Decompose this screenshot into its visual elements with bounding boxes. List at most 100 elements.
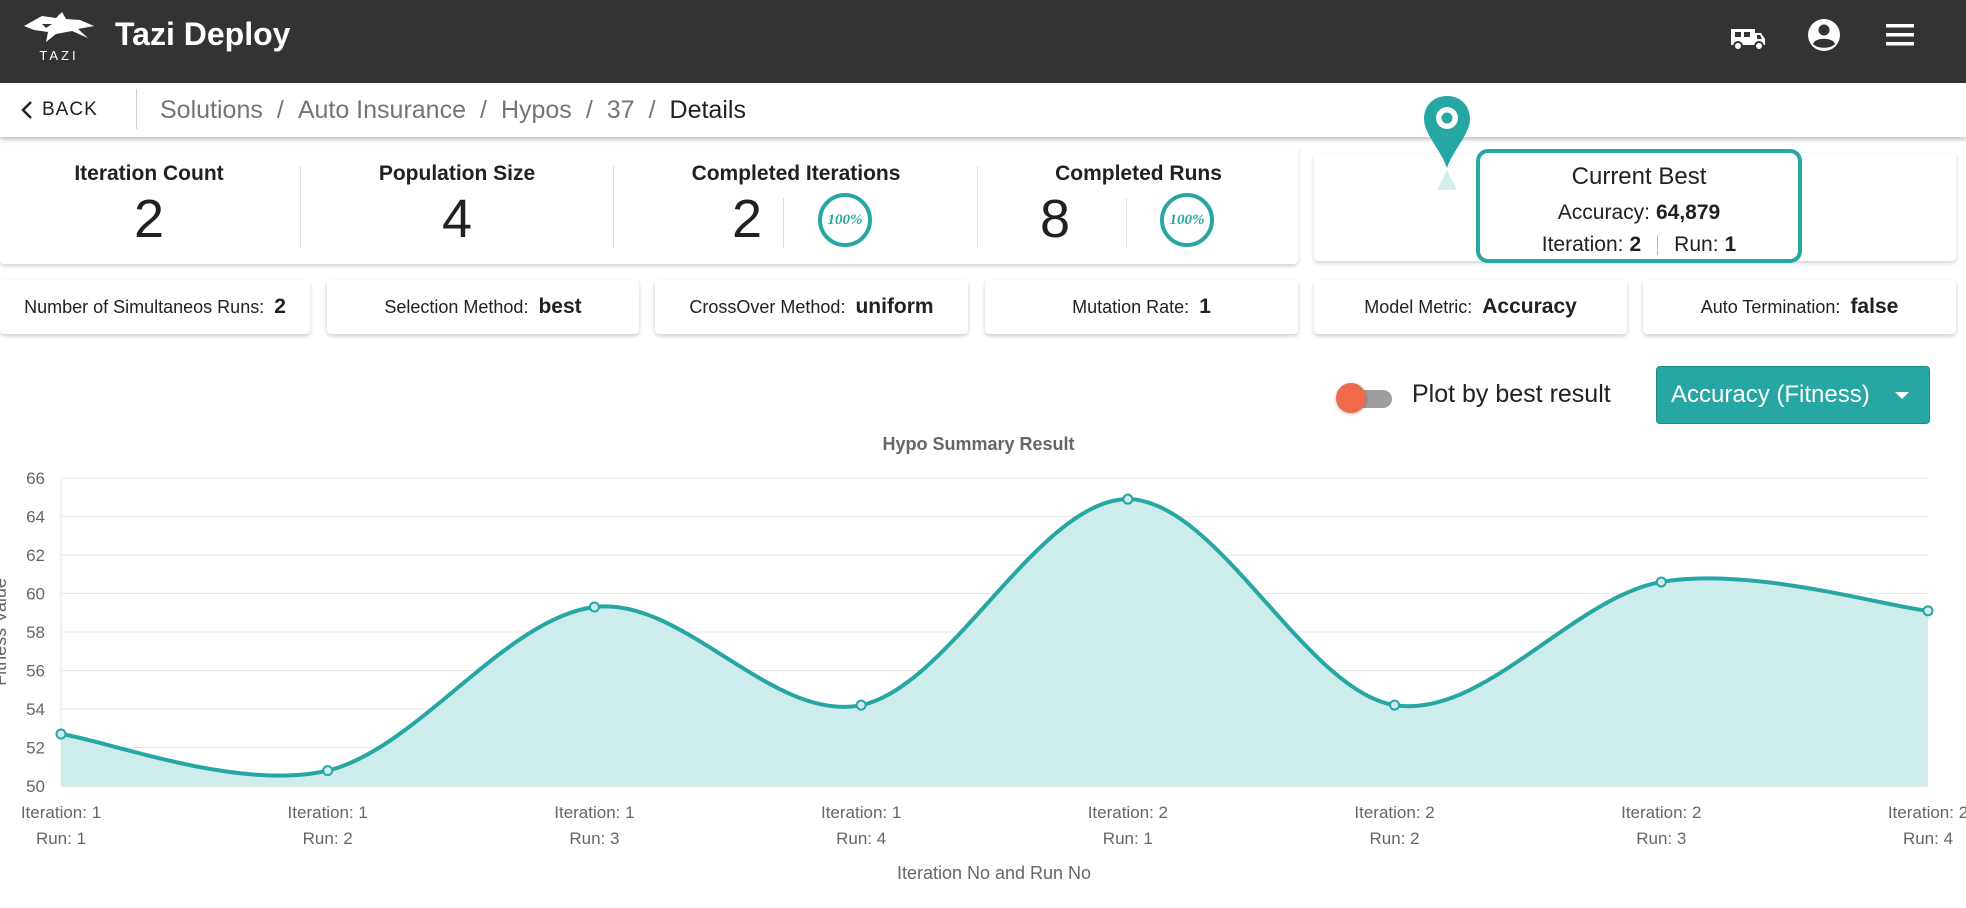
y-tick-label: 66 — [26, 469, 45, 488]
x-tick-label: Run: 1 — [36, 829, 86, 848]
x-tick-label: Iteration: 2 — [1088, 803, 1168, 822]
breadcrumb-hypos[interactable]: Hypos — [501, 96, 572, 125]
y-tick-label: 52 — [26, 739, 45, 758]
caret-down-icon — [1895, 392, 1909, 399]
map-pin-icon — [1424, 96, 1470, 190]
stat-value: 2 — [133, 189, 165, 249]
param-label: Model Metric: — [1364, 296, 1473, 317]
param-value: Accuracy — [1482, 295, 1577, 318]
breadcrumb-auto-insurance[interactable]: Auto Insurance — [298, 96, 466, 125]
breadcrumb-hypo-id[interactable]: 37 — [607, 96, 635, 125]
stat-label: Completed Runs — [1055, 162, 1222, 185]
back-button[interactable]: BACK — [20, 83, 98, 137]
x-tick-label: Iteration: 1 — [554, 803, 634, 822]
x-tick-label: Run: 4 — [1903, 829, 1953, 848]
current-best-iteration-run: Iteration: 2 Run: 1 — [1480, 233, 1798, 257]
accuracy-value: 64,879 — [1655, 201, 1721, 224]
param-value: best — [538, 295, 582, 318]
progress-label: 100% — [1169, 211, 1205, 228]
x-tick-label: Iteration: 2 — [1621, 803, 1701, 822]
chevron-left-icon — [21, 101, 32, 119]
x-tick-label: Run: 3 — [569, 829, 619, 848]
param-value: 2 — [274, 295, 286, 318]
y-tick-label: 58 — [26, 623, 45, 642]
data-point — [588, 601, 600, 613]
stat-label: Iteration Count — [74, 162, 224, 185]
x-tick-label: Run: 4 — [836, 829, 886, 848]
stat-label: Completed Iterations — [691, 162, 901, 185]
param-mutation-rate: Mutation Rate: 1 — [985, 280, 1298, 334]
x-tick-label: Run: 2 — [1370, 829, 1420, 848]
y-tick-label: 54 — [26, 700, 45, 719]
y-tick-label: 50 — [26, 777, 45, 796]
divider — [1126, 198, 1127, 248]
iteration-value: 2 — [1629, 233, 1642, 256]
iteration-label: Iteration: — [1541, 233, 1624, 256]
divider — [783, 198, 784, 248]
param-value: 1 — [1199, 295, 1211, 318]
param-crossover-method: CrossOver Method: uniform — [655, 280, 968, 334]
breadcrumb-bar: BACK Solutions / Auto Insurance / Hypos … — [0, 83, 1966, 137]
x-tick-label: Run: 1 — [1103, 829, 1153, 848]
data-point — [55, 728, 67, 740]
metric-dropdown-value: Accuracy (Fitness) — [1671, 381, 1870, 408]
metric-dropdown[interactable]: Accuracy (Fitness) — [1656, 366, 1930, 424]
data-point — [1655, 576, 1667, 588]
x-tick-label: Iteration: 1 — [21, 803, 101, 822]
x-tick-label: Iteration: 2 — [1354, 803, 1434, 822]
x-tick-label: Iteration: 1 — [288, 803, 368, 822]
y-axis-label: Fitness Value — [0, 578, 10, 686]
param-label: Selection Method: — [384, 296, 529, 317]
divider — [136, 89, 137, 129]
param-value: uniform — [855, 295, 934, 318]
breadcrumb-solutions[interactable]: Solutions — [160, 96, 263, 125]
stat-value: 4 — [441, 189, 473, 249]
param-auto-termination: Auto Termination: false — [1643, 280, 1956, 334]
breadcrumb-separator: / — [479, 95, 487, 124]
current-best-title: Current Best — [1571, 163, 1707, 190]
stat-value: 2 — [731, 189, 763, 249]
x-tick-label: Run: 3 — [1636, 829, 1686, 848]
param-simultaneous-runs: Number of Simultaneos Runs: 2 — [0, 280, 310, 334]
divider — [977, 166, 978, 248]
current-best-accuracy: Accuracy: 64,879 — [1480, 201, 1798, 225]
progress-label: 100% — [827, 211, 863, 228]
stat-iteration-count: Iteration Count 2 — [0, 148, 298, 264]
data-point — [855, 699, 867, 711]
progress-ring: 100% — [818, 193, 872, 247]
stat-completed-iterations: Completed Iterations 2 100% — [615, 148, 977, 264]
breadcrumb-separator: / — [648, 95, 656, 124]
chart-title: Hypo Summary Result — [882, 434, 1074, 454]
stat-population-size: Population Size 4 — [302, 148, 612, 264]
menu-icon[interactable] — [1880, 18, 1920, 58]
param-label: Auto Termination: — [1700, 296, 1841, 317]
shark-logo-icon — [24, 12, 94, 42]
y-tick-label: 64 — [26, 508, 45, 527]
breadcrumb-current: Details — [669, 95, 746, 124]
param-label: Number of Simultaneos Runs: — [24, 296, 265, 317]
series-area — [61, 499, 1928, 786]
divider — [300, 166, 301, 248]
param-model-metric: Model Metric: Accuracy — [1314, 280, 1627, 334]
back-label: BACK — [42, 99, 98, 120]
run-value: 1 — [1724, 233, 1737, 256]
stat-value: 8 — [1039, 189, 1071, 249]
divider — [613, 166, 614, 248]
tazi-logo[interactable]: TAZI — [22, 12, 96, 64]
plot-by-best-toggle[interactable] — [1336, 383, 1392, 413]
x-tick-label: Iteration: 2 — [1888, 803, 1966, 822]
data-point — [1122, 493, 1134, 505]
x-tick-label: Run: 2 — [303, 829, 353, 848]
app-title: Tazi Deploy — [115, 16, 291, 52]
stat-completed-runs: Completed Runs 8 100% — [979, 148, 1298, 264]
x-axis-label: Iteration No and Run No — [897, 863, 1091, 883]
plot-by-best-label: Plot by best result — [1412, 380, 1611, 408]
truck-icon[interactable] — [1728, 18, 1768, 58]
data-point — [1389, 699, 1401, 711]
y-tick-label: 60 — [26, 585, 45, 604]
current-best-box: Current Best Accuracy: 64,879 Iteration: 2… — [1476, 149, 1802, 263]
top-app-bar: TAZI Tazi Deploy — [0, 0, 1966, 83]
breadcrumb-separator: / — [276, 95, 284, 124]
account-circle-icon[interactable] — [1804, 18, 1844, 58]
param-selection-method: Selection Method: best — [327, 280, 639, 334]
